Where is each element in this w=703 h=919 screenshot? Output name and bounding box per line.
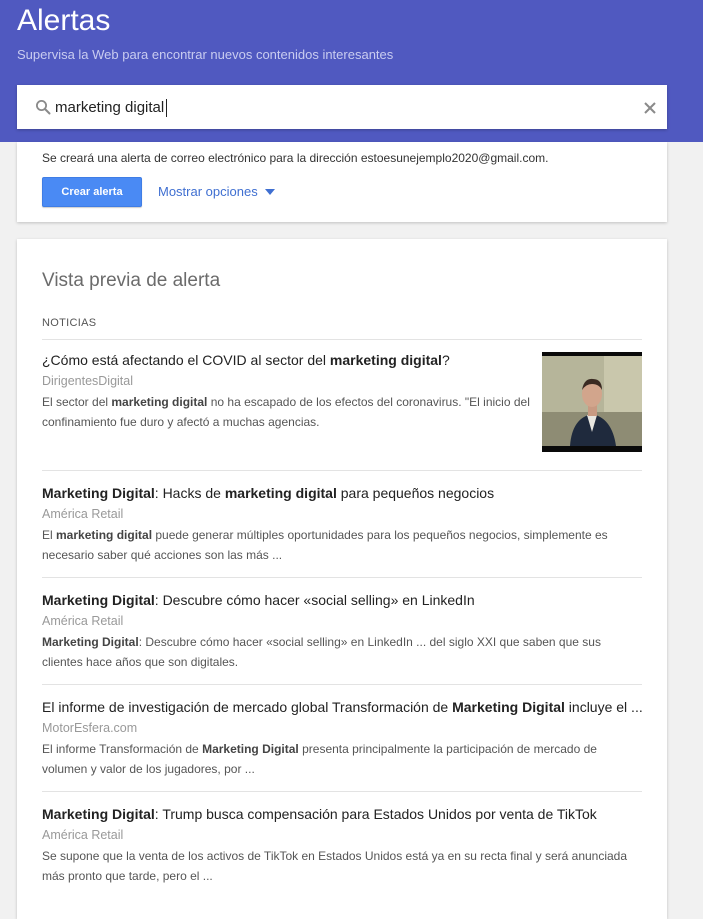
title-highlight: Marketing Digital [42,485,155,501]
title-text: : Trump busca compensación para Estados … [154,806,597,822]
news-item-source: América Retail [42,614,124,628]
news-item-title[interactable]: Marketing Digital: Trump busca compensac… [42,804,642,824]
divider [42,470,642,471]
news-item-title[interactable]: Marketing Digital: Hacks de marketing di… [42,483,642,503]
create-alert-card: Se creará una alerta de correo electróni… [17,142,667,222]
email-note: Se creará una alerta de correo electróni… [42,151,549,165]
title-highlight: Marketing Digital [452,699,565,715]
title-highlight: marketing digital [329,352,442,368]
title-text: El informe de investigación de mercado g… [42,699,453,715]
show-options-label: Mostrar opciones [158,184,258,199]
alert-preview-card: Vista previa de alerta NOTICIAS ¿Cómo es… [17,239,667,919]
news-item: Marketing Digital: Descubre cómo hacer «… [42,590,642,672]
close-icon[interactable] [641,99,659,117]
title-highlight: Marketing Digital [42,592,155,608]
title-highlight: marketing digital [224,485,337,501]
title-text: : Hacks de [154,485,225,501]
text-cursor [166,99,167,117]
snippet-highlight: marketing digital [56,528,153,542]
news-item-title[interactable]: El informe de investigación de mercado g… [42,697,643,717]
section-label-news: NOTICIAS [42,317,97,329]
divider [42,791,642,792]
news-item: Marketing Digital: Trump busca compensac… [42,804,642,886]
news-item-source: DirigentesDigital [42,374,134,388]
snippet-text: El informe Transformación de [42,742,203,756]
news-item-snippet: Marketing Digital: Descubre cómo hacer «… [42,632,642,672]
caret-down-icon [264,188,275,195]
news-item-source: América Retail [42,828,124,842]
thumbnail-image [542,352,642,452]
news-item: Marketing Digital: Hacks de marketing di… [42,483,642,565]
news-item-source: América Retail [42,507,124,521]
divider [42,684,642,685]
snippet-highlight: Marketing Digital [42,635,139,649]
snippet-text: El [42,528,57,542]
show-options-link[interactable]: Mostrar opciones [158,184,275,199]
divider [42,339,642,340]
title-text: para pequeños negocios [336,485,495,501]
create-alert-button[interactable]: Crear alerta [42,177,142,207]
title-text: : Descubre cómo hacer «social selling» e… [154,592,475,608]
news-item: ¿Cómo está afectando el COVID al sector … [42,350,532,432]
news-item-source: MotorEsfera.com [42,721,138,735]
news-item-title[interactable]: Marketing Digital: Descubre cómo hacer «… [42,590,642,610]
news-item-title[interactable]: ¿Cómo está afectando el COVID al sector … [42,350,532,370]
page-title: Alertas [17,4,111,37]
title-text: ? [441,352,450,368]
title-highlight: Marketing Digital [42,806,155,822]
snippet-text: Se supone que la venta de los activos de… [42,849,628,883]
preview-title: Vista previa de alerta [42,270,221,291]
divider [42,577,642,578]
search-box[interactable] [17,85,667,129]
news-item-snippet: El informe Transformación de Marketing D… [42,739,642,779]
news-item-snippet: El marketing digital puede generar múlti… [42,525,642,565]
title-text: ¿Cómo está afectando el COVID al sector … [42,352,330,368]
news-item-snippet: Se supone que la venta de los activos de… [42,846,642,886]
title-text: incluye el ... [564,699,643,715]
news-item-snippet: El sector del marketing digital no ha es… [42,392,532,432]
news-thumbnail[interactable] [542,352,642,452]
news-item: El informe de investigación de mercado g… [42,697,643,779]
snippet-highlight: marketing digital [111,395,208,409]
search-icon [36,100,51,115]
snippet-text: El sector del [42,395,112,409]
snippet-highlight: Marketing Digital [202,742,299,756]
page-subtitle: Supervisa la Web para encontrar nuevos c… [17,47,394,62]
search-input[interactable] [55,96,615,118]
